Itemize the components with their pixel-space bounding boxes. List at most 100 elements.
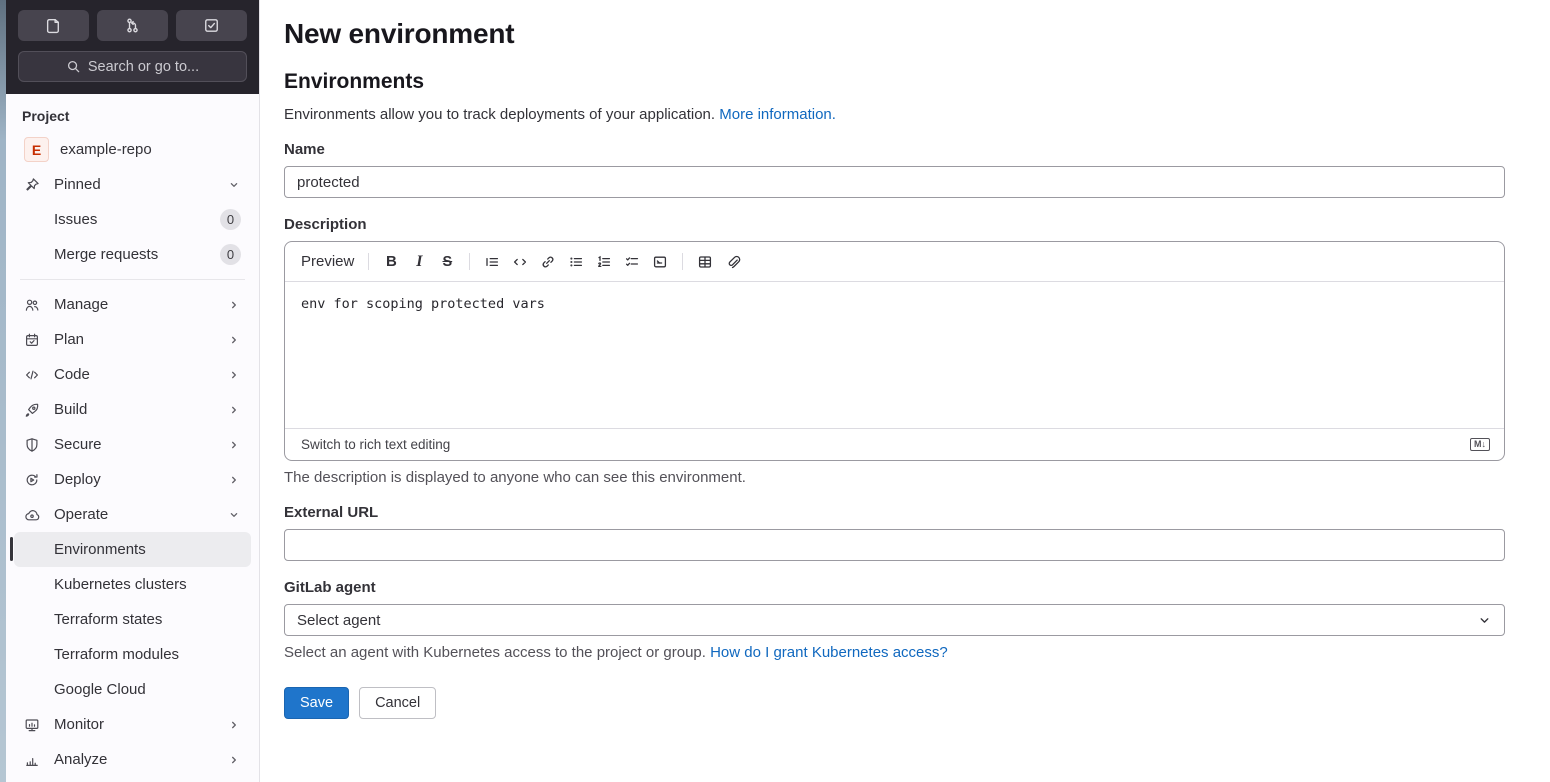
issues-shortcut-button[interactable] <box>18 10 89 41</box>
save-button[interactable]: Save <box>284 687 350 719</box>
chevron-right-icon <box>227 718 241 732</box>
chevron-right-icon <box>227 298 241 312</box>
issues-icon <box>45 17 62 34</box>
table-icon <box>697 254 713 270</box>
sidebar-top-panel: Search or go to... <box>6 0 259 94</box>
pin-icon <box>24 177 40 193</box>
chevron-right-icon <box>227 438 241 452</box>
markdown-toolbar: Preview B I S <box>285 242 1504 282</box>
sidebar-divider <box>20 279 245 280</box>
bold-icon: B <box>385 253 397 270</box>
sidebar-project-item[interactable]: E example-repo <box>14 132 251 167</box>
description-editor: Preview B I S env for scoping protected … <box>284 241 1505 461</box>
sidebar-item-label: Environments <box>54 541 146 558</box>
sidebar-item-label: Analyze <box>54 751 108 768</box>
search-input[interactable]: Search or go to... <box>18 51 247 82</box>
switch-to-rich-text-button[interactable]: Switch to rich text editing <box>301 437 450 452</box>
bullet-list-icon <box>568 254 584 270</box>
sidebar-item-terraform-states[interactable]: Terraform states <box>14 602 251 637</box>
sidebar-item-secure[interactable]: Secure <box>14 427 251 462</box>
sidebar-section-label: Project <box>22 108 70 124</box>
sidebar-item-label: Build <box>54 401 88 418</box>
attachment-icon <box>725 254 741 270</box>
link-icon <box>540 254 556 270</box>
description-textarea[interactable]: env for scoping protected vars <box>285 282 1504 428</box>
sidebar-item-operate[interactable]: Operate <box>14 497 251 532</box>
bullet-list-button[interactable] <box>562 249 590 275</box>
sidebar-item-build[interactable]: Build <box>14 392 251 427</box>
sidebar-item-label: Google Cloud <box>54 681 146 698</box>
sidebar-item-issues[interactable]: Issues 0 <box>14 202 251 237</box>
sidebar-item-label: Monitor <box>54 716 105 733</box>
sidebar-item-deploy[interactable]: Deploy <box>14 462 251 497</box>
collapsible-section-button[interactable] <box>646 249 674 275</box>
quote-icon <box>484 254 500 270</box>
task-list-icon <box>624 254 640 270</box>
strikethrough-button[interactable]: S <box>433 249 461 275</box>
sidebar-item-terraform-modules[interactable]: Terraform modules <box>14 637 251 672</box>
chevron-down-icon <box>227 508 241 522</box>
sidebar-item-monitor[interactable]: Monitor <box>14 707 251 742</box>
sidebar-item-merge-requests[interactable]: Merge requests 0 <box>14 237 251 272</box>
sidebar-item-google-cloud[interactable]: Google Cloud <box>14 672 251 707</box>
name-label: Name <box>284 141 325 158</box>
code-icon <box>24 367 40 383</box>
search-icon <box>66 59 81 74</box>
task-list-button[interactable] <box>618 249 646 275</box>
sidebar-item-code[interactable]: Code <box>14 357 251 392</box>
preview-button[interactable]: Preview <box>301 253 360 270</box>
intro-text: Environments allow you to track deployme… <box>284 106 1505 123</box>
main-content: New environment Environments Environment… <box>260 0 1550 782</box>
chevron-right-icon <box>227 368 241 382</box>
cancel-button[interactable]: Cancel <box>359 687 437 719</box>
chevron-right-icon <box>227 403 241 417</box>
code-button[interactable] <box>506 249 534 275</box>
quote-button[interactable] <box>478 249 506 275</box>
numbered-list-button[interactable] <box>590 249 618 275</box>
cloud-icon <box>24 507 40 523</box>
sidebar-item-analyze[interactable]: Analyze <box>14 742 251 777</box>
agent-select[interactable]: Select agent <box>284 604 1505 636</box>
gitlab-agent-label: GitLab agent <box>284 579 376 596</box>
chevron-right-icon <box>227 333 241 347</box>
sidebar-item-pinned[interactable]: Pinned <box>14 167 251 202</box>
sidebar-item-label: Plan <box>54 331 85 348</box>
sidebar-item-plan[interactable]: Plan <box>14 322 251 357</box>
merge-requests-shortcut-button[interactable] <box>97 10 168 41</box>
numbered-list-icon <box>596 254 612 270</box>
todo-list-shortcut-button[interactable] <box>176 10 247 41</box>
deploy-icon <box>24 472 40 488</box>
italic-button[interactable]: I <box>405 249 433 275</box>
sidebar-item-label: Secure <box>54 436 102 453</box>
sidebar-item-label: Pinned <box>54 176 101 193</box>
sidebar-item-label: Terraform states <box>54 611 163 628</box>
chevron-down-icon <box>227 178 241 192</box>
attach-file-button[interactable] <box>719 249 747 275</box>
project-avatar: E <box>24 137 49 162</box>
sidebar-item-manage[interactable]: Manage <box>14 287 251 322</box>
description-help-text: The description is displayed to anyone w… <box>284 469 746 486</box>
sidebar-item-kubernetes-clusters[interactable]: Kubernetes clusters <box>14 567 251 602</box>
toolbar-divider <box>368 253 370 270</box>
bold-button[interactable]: B <box>377 249 405 275</box>
app-window: Search or go to... Project E example-rep… <box>0 0 1550 782</box>
more-information-link[interactable]: More information. <box>719 106 836 123</box>
merge-requests-count-badge: 0 <box>220 244 241 265</box>
agent-help-text: Select an agent with Kubernetes access t… <box>284 644 1505 661</box>
chart-icon <box>24 752 40 768</box>
table-button[interactable] <box>691 249 719 275</box>
shield-icon <box>24 437 40 453</box>
sidebar-item-label: Kubernetes clusters <box>54 576 187 593</box>
sidebar-item-label: Terraform modules <box>54 646 180 663</box>
strikethrough-icon: S <box>442 253 453 270</box>
section-title: Environments <box>284 70 425 93</box>
sidebar-item-environments[interactable]: Environments <box>10 532 251 567</box>
name-input[interactable] <box>284 166 1505 198</box>
external-url-input[interactable] <box>284 529 1505 561</box>
kubernetes-access-link[interactable]: How do I grant Kubernetes access? <box>710 644 948 661</box>
sidebar-item-label: Issues <box>54 211 98 228</box>
link-button[interactable] <box>534 249 562 275</box>
intro-text-body: Environments allow you to track deployme… <box>284 106 720 123</box>
chevron-down-icon <box>1477 613 1492 628</box>
italic-icon: I <box>416 252 423 270</box>
